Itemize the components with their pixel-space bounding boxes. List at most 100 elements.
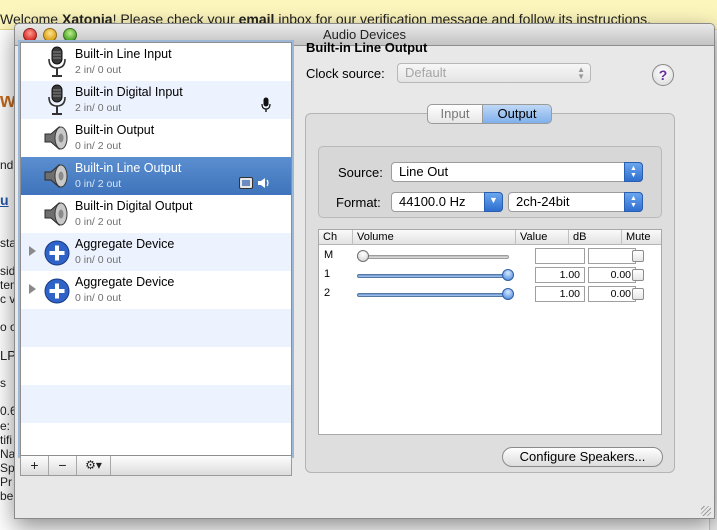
device-io: 0 in/ 2 out — [75, 178, 122, 190]
bg-fragment[interactable]: u — [0, 192, 9, 208]
channel-label: 1 — [324, 268, 331, 280]
channel-volume-table: Ch Volume Value dB Mute M 1 1.00 0.00 2 … — [318, 229, 662, 435]
bg-fragment: s — [0, 376, 6, 390]
device-name: Built-in Digital Output — [75, 199, 193, 213]
channel-label: 2 — [324, 287, 331, 299]
column-header-db[interactable]: dB — [569, 230, 622, 245]
bg-fragment: Pr — [0, 475, 12, 489]
mute-checkbox[interactable] — [632, 250, 644, 262]
device-row[interactable]: Built-in Digital Input 2 in/ 0 out — [21, 81, 291, 119]
chevron-down-icon: ▼ — [484, 192, 503, 212]
format-rate-value: 44100.0 Hz — [399, 194, 466, 209]
updown-arrows-icon: ▲ ▼ — [577, 65, 585, 81]
format-label: Format: — [336, 195, 381, 210]
format-bits-value: 2ch-24bit — [516, 194, 570, 209]
plus-circle-icon — [44, 278, 70, 304]
device-row[interactable]: Built-in Line Input 2 in/ 0 out — [21, 43, 291, 81]
updown-arrows-icon: ▲ ▼ — [624, 192, 643, 212]
tab-input[interactable]: Input — [427, 104, 483, 124]
help-button[interactable]: ? — [652, 64, 674, 86]
speaker-icon — [44, 201, 68, 227]
microphone-icon — [48, 84, 66, 115]
device-list[interactable]: Built-in Line Input 2 in/ 0 out Built-in… — [20, 42, 292, 456]
format-rate-popup[interactable]: 44100.0 Hz ▼ — [391, 192, 503, 212]
volume-slider-track[interactable] — [357, 293, 509, 297]
add-device-button[interactable]: + — [21, 456, 49, 475]
source-popup[interactable]: Line Out ▲ ▼ — [391, 162, 643, 182]
volume-slider-knob[interactable] — [357, 250, 369, 262]
finder-system-output-icon — [239, 177, 253, 189]
device-io: 2 in/ 0 out — [75, 102, 122, 114]
device-row-selected[interactable]: Built-in Line Output 0 in/ 2 out — [21, 157, 291, 195]
device-detail-title: Built-in Line Output — [306, 40, 428, 55]
minimize-window-button[interactable] — [43, 28, 57, 42]
gear-menu-button[interactable]: ⚙▾ — [77, 456, 111, 475]
device-row[interactable]: Aggregate Device 0 in/ 0 out — [21, 233, 291, 271]
device-list-toolbar: + − ⚙▾ — [20, 456, 292, 476]
updown-arrows-icon: ▲ ▼ — [624, 162, 643, 182]
disclosure-triangle-icon[interactable] — [29, 284, 36, 294]
speaker-icon — [44, 163, 68, 189]
source-value: Line Out — [399, 164, 449, 179]
configure-speakers-button[interactable]: Configure Speakers... — [502, 447, 663, 467]
clock-source-select: Default ▲ ▼ — [397, 63, 591, 83]
clock-source-value: Default — [405, 65, 447, 80]
mute-checkbox[interactable] — [632, 269, 644, 281]
bg-fragment: e: — [0, 419, 11, 433]
speaker-icon — [44, 125, 68, 151]
format-bits-popup[interactable]: 2ch-24bit ▲ ▼ — [508, 192, 643, 212]
table-row: M — [319, 247, 661, 266]
device-row[interactable]: Aggregate Device 0 in/ 0 out — [21, 271, 291, 309]
device-name: Built-in Digital Input — [75, 85, 183, 99]
microphone-icon — [48, 46, 66, 77]
device-name: Aggregate Device — [75, 275, 175, 289]
table-header: Ch Volume Value dB Mute — [319, 230, 661, 245]
empty-row — [21, 347, 291, 385]
value-field[interactable] — [535, 248, 585, 264]
remove-device-button[interactable]: − — [49, 456, 77, 475]
device-row[interactable]: Built-in Output 0 in/ 2 out — [21, 119, 291, 157]
column-header-value[interactable]: Value — [516, 230, 569, 245]
device-io: 0 in/ 2 out — [75, 216, 122, 228]
mute-checkbox[interactable] — [632, 288, 644, 300]
device-name: Built-in Line Output — [75, 161, 182, 175]
source-label: Source: — [338, 165, 383, 180]
value-field[interactable]: 1.00 — [535, 267, 585, 283]
device-io: 0 in/ 2 out — [75, 140, 122, 152]
volume-slider-knob[interactable] — [502, 288, 514, 300]
db-field[interactable]: 0.00 — [588, 267, 636, 283]
close-window-button[interactable] — [23, 28, 37, 42]
device-name: Built-in Line Input — [75, 47, 172, 61]
device-io: 0 in/ 0 out — [75, 254, 122, 266]
db-field[interactable] — [588, 248, 636, 264]
resize-grip-icon[interactable] — [701, 506, 711, 516]
device-io: 2 in/ 0 out — [75, 64, 122, 76]
column-header-volume[interactable]: Volume — [353, 230, 516, 245]
empty-row — [21, 385, 291, 423]
table-row: 1 1.00 0.00 — [319, 266, 661, 285]
device-name: Aggregate Device — [75, 237, 175, 251]
column-header-ch[interactable]: Ch — [319, 230, 353, 245]
plus-circle-icon — [44, 240, 70, 266]
device-io: 0 in/ 0 out — [75, 292, 122, 304]
bg-fragment: nd — [0, 158, 14, 172]
volume-slider-track[interactable] — [357, 255, 509, 259]
tab-output[interactable]: Output — [482, 104, 552, 124]
device-name: Built-in Output — [75, 123, 155, 137]
device-row[interactable]: Built-in Digital Output 0 in/ 2 out — [21, 195, 291, 233]
db-field[interactable]: 0.00 — [588, 286, 636, 302]
channel-label: M — [324, 249, 334, 261]
disclosure-triangle-icon[interactable] — [29, 246, 36, 256]
volume-slider-knob[interactable] — [502, 269, 514, 281]
zoom-window-button[interactable] — [63, 28, 77, 42]
table-row: 2 1.00 0.00 — [319, 285, 661, 304]
speaker-volume-icon — [258, 178, 269, 188]
clock-source-label: Clock source: — [306, 66, 385, 81]
bg-fragment: tifi — [0, 433, 12, 447]
value-field[interactable]: 1.00 — [535, 286, 585, 302]
empty-row — [21, 423, 291, 455]
volume-slider-track[interactable] — [357, 274, 509, 278]
default-input-mic-icon — [261, 97, 271, 112]
column-header-mute[interactable]: Mute — [622, 230, 662, 245]
empty-row — [21, 309, 291, 347]
